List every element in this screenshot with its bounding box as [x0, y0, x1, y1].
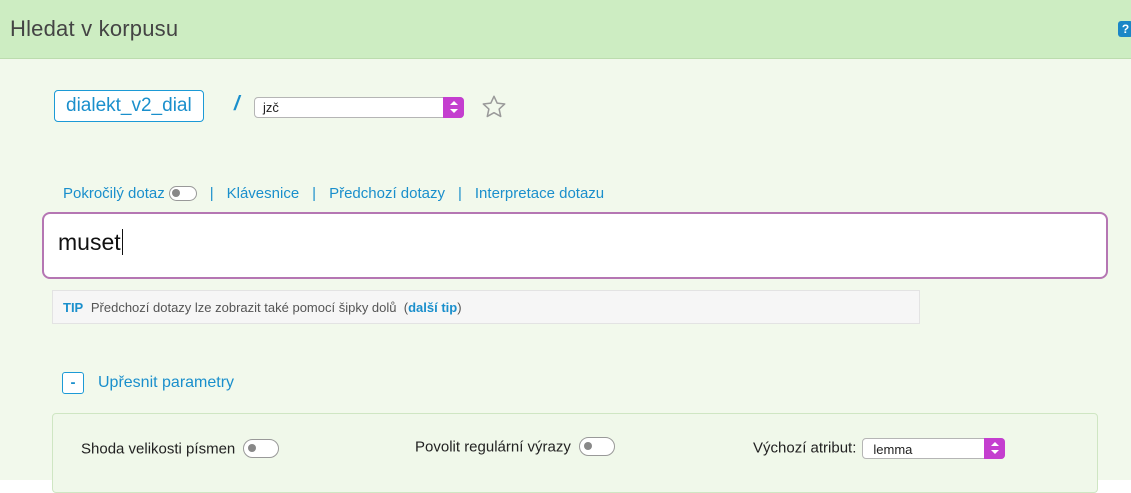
link-divider: |	[312, 185, 317, 202]
query-interpretation-link[interactable]: Interpretace dotazu	[475, 185, 604, 202]
subcorpus-selected-value: jzč	[263, 100, 279, 115]
allow-regex-label: Povolit regulární výrazy	[415, 438, 571, 456]
subcorpus-select[interactable]: jzč	[254, 97, 464, 118]
link-divider: |	[457, 185, 462, 202]
default-attribute-label: Výchozí atribut:	[753, 439, 857, 457]
allow-regex-toggle[interactable]	[578, 437, 615, 456]
query-links-row: Pokročilý dotaz | Klávesnice | Předchozí dot…	[63, 185, 604, 202]
collapse-refine-button[interactable]: -	[62, 372, 84, 394]
question-icon[interactable]: ?	[1118, 21, 1131, 37]
default-attribute-value: lemma	[873, 442, 913, 457]
tip-box: TIP Předchozí dotazy lze zobrazit také p…	[52, 290, 920, 324]
tip-content: TIP Předchozí dotazy lze zobrazit také p…	[63, 300, 462, 315]
link-divider: |	[209, 185, 214, 202]
corpus-name-button[interactable]: dialekt_v2_dial	[54, 90, 204, 122]
keyboard-link[interactable]: Klávesnice	[227, 185, 300, 202]
case-sensitive-option: Shoda velikosti písmen	[81, 439, 280, 459]
corpus-separator: /	[234, 93, 240, 115]
case-sensitive-label: Shoda velikosti písmen	[81, 440, 236, 458]
page-title: Hledat v korpusu	[10, 16, 179, 41]
query-form-panel: Hledat v korpusu ? dialekt_v2_dial / jzč…	[0, 0, 1131, 493]
query-input-value: muset	[58, 229, 123, 256]
default-attribute-select[interactable]: lemma	[862, 438, 1006, 459]
tip-link-suffix: )	[457, 300, 462, 315]
tip-text: Předchozí dotazy lze zobrazit také pomoc…	[90, 300, 397, 315]
advanced-query-link[interactable]: Pokročilý dotaz	[63, 185, 197, 202]
next-tip-link[interactable]: další tip	[408, 300, 457, 315]
previous-queries-link[interactable]: Předchozí dotazy	[329, 185, 445, 202]
select-arrows-icon	[984, 438, 1006, 459]
select-arrows-icon	[443, 97, 464, 118]
refine-parameters-link[interactable]: Upřesnit parametry	[98, 374, 234, 392]
star-outline-icon[interactable]	[480, 93, 508, 121]
form-header: Hledat v korpusu ?	[0, 0, 1131, 59]
advanced-query-toggle[interactable]	[168, 185, 197, 201]
query-input[interactable]: muset	[42, 212, 1108, 279]
advanced-query-label: Pokročilý dotaz	[63, 185, 165, 202]
text-caret	[121, 229, 123, 255]
query-text: muset	[58, 229, 121, 255]
case-sensitive-toggle[interactable]	[243, 439, 280, 458]
allow-regex-option: Povolit regulární výrazy	[415, 437, 615, 457]
refine-options-box: Shoda velikosti písmen Povolit regulární…	[52, 413, 1098, 493]
default-attribute-option: Výchozí atribut: lemma	[753, 438, 1006, 459]
tip-label: TIP	[63, 300, 84, 315]
